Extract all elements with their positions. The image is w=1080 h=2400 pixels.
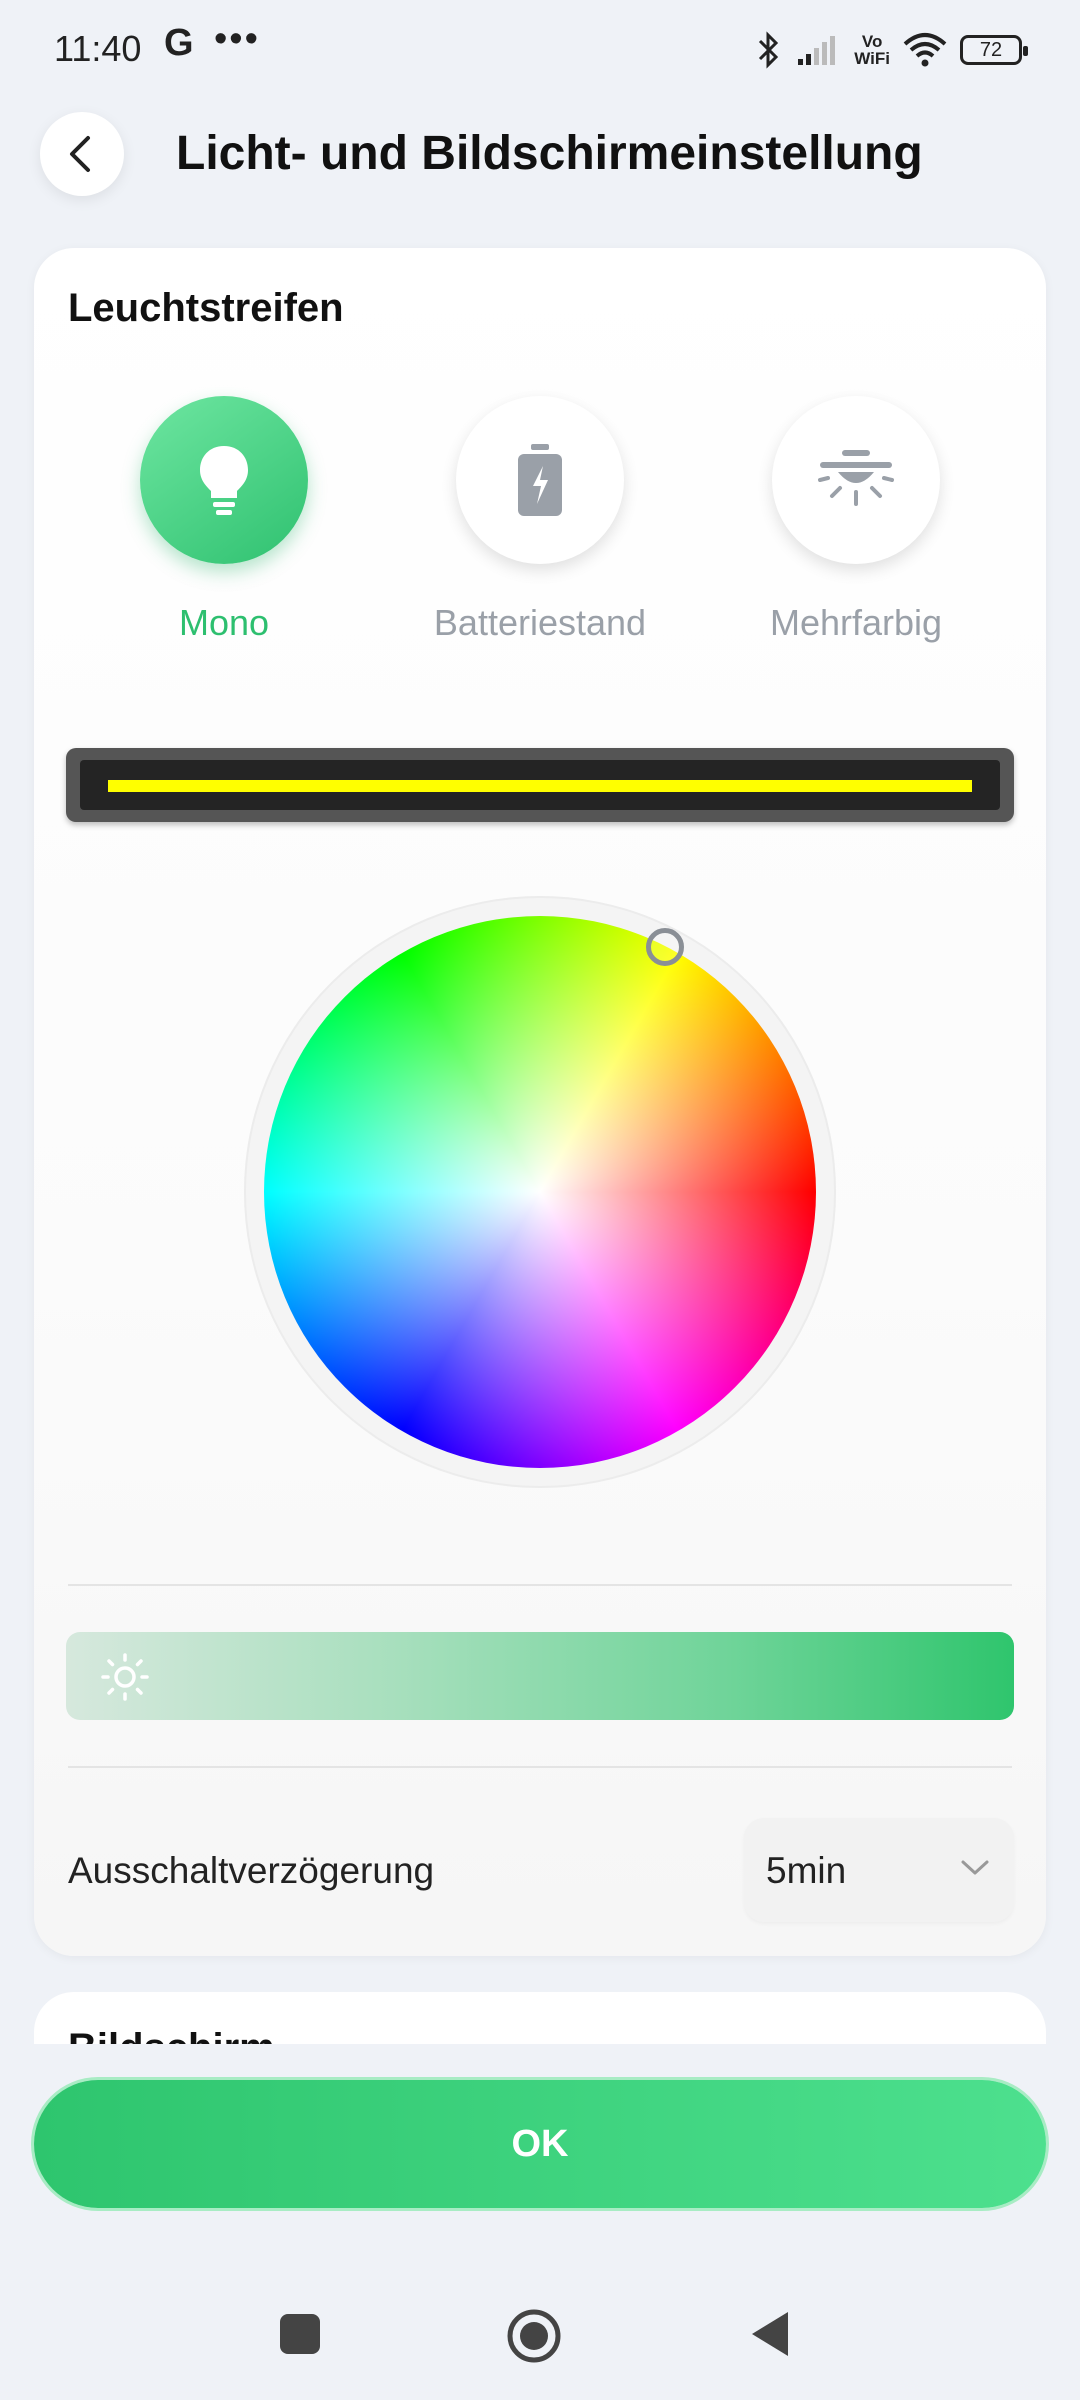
divider [68, 1766, 1012, 1768]
more-notifications-icon: ••• [214, 18, 260, 60]
mode-multicolor-button[interactable] [772, 396, 940, 564]
google-icon: G [164, 22, 194, 64]
chevron-left-icon [70, 136, 90, 172]
battery-icon: 72 [960, 35, 1028, 65]
bluetooth-icon [759, 31, 779, 69]
color-wheel[interactable] [264, 916, 816, 1468]
divider [68, 1584, 1012, 1586]
mode-battery-level-label: Batteriestand [433, 602, 647, 643]
back-nav-icon[interactable] [748, 2306, 792, 2362]
delay-value: 5min [766, 1850, 847, 1891]
ok-button[interactable]: OK [34, 2080, 1046, 2208]
bulb-icon [200, 446, 248, 515]
light-strip-preview [66, 748, 1014, 822]
system-nav-bar [0, 2270, 1080, 2400]
home-icon[interactable] [504, 2306, 564, 2366]
brightness-slider[interactable] [66, 1632, 1014, 1720]
mode-mono-button[interactable] [140, 396, 308, 564]
mode-multicolor-label: Mehrfarbig [769, 602, 943, 643]
vowifi-icon: Vo WiFi [854, 33, 890, 67]
chevron-down-icon [961, 1860, 989, 1875]
back-button[interactable] [40, 112, 124, 196]
battery-charge-icon [518, 444, 562, 516]
light-strip-body [80, 760, 1000, 810]
vowifi-top-text: Vo [861, 32, 883, 51]
light-strip-card: Leuchtstreifen Mono Batteriestand Mehrfa… [34, 248, 1046, 1956]
mode-battery-level[interactable]: Batteriestand [420, 396, 660, 644]
wifi-icon [903, 33, 947, 67]
ok-button-label: OK [511, 2122, 569, 2165]
battery-level: 72 [979, 38, 1003, 61]
status-bar: 11:40 G ••• Vo WiFi 72 [0, 0, 1080, 100]
brightness-sun-icon [101, 1653, 149, 1701]
status-time: 11:40 [54, 28, 142, 69]
delay-label: Ausschaltverzögerung [68, 1850, 435, 1891]
mode-multicolor[interactable]: Mehrfarbig [736, 396, 976, 644]
delay-dropdown[interactable]: 5min [744, 1818, 1014, 1922]
light-strip-color [108, 780, 972, 792]
mode-mono[interactable]: Mono [104, 396, 344, 644]
color-wheel-handle[interactable] [646, 928, 684, 966]
mode-battery-level-button[interactable] [456, 396, 624, 564]
vowifi-bottom-text: WiFi [854, 49, 890, 68]
ceiling-lamp-icon [818, 450, 894, 506]
cell-signal-icon [798, 36, 836, 65]
section-title-light-strip: Leuchtstreifen [68, 286, 344, 330]
status-icons: Vo WiFi 72 [754, 28, 1028, 72]
recent-apps-icon[interactable] [278, 2306, 322, 2362]
mode-mono-label: Mono [178, 602, 270, 643]
page-title: Licht- und Bildschirmeinstellung [176, 127, 923, 180]
